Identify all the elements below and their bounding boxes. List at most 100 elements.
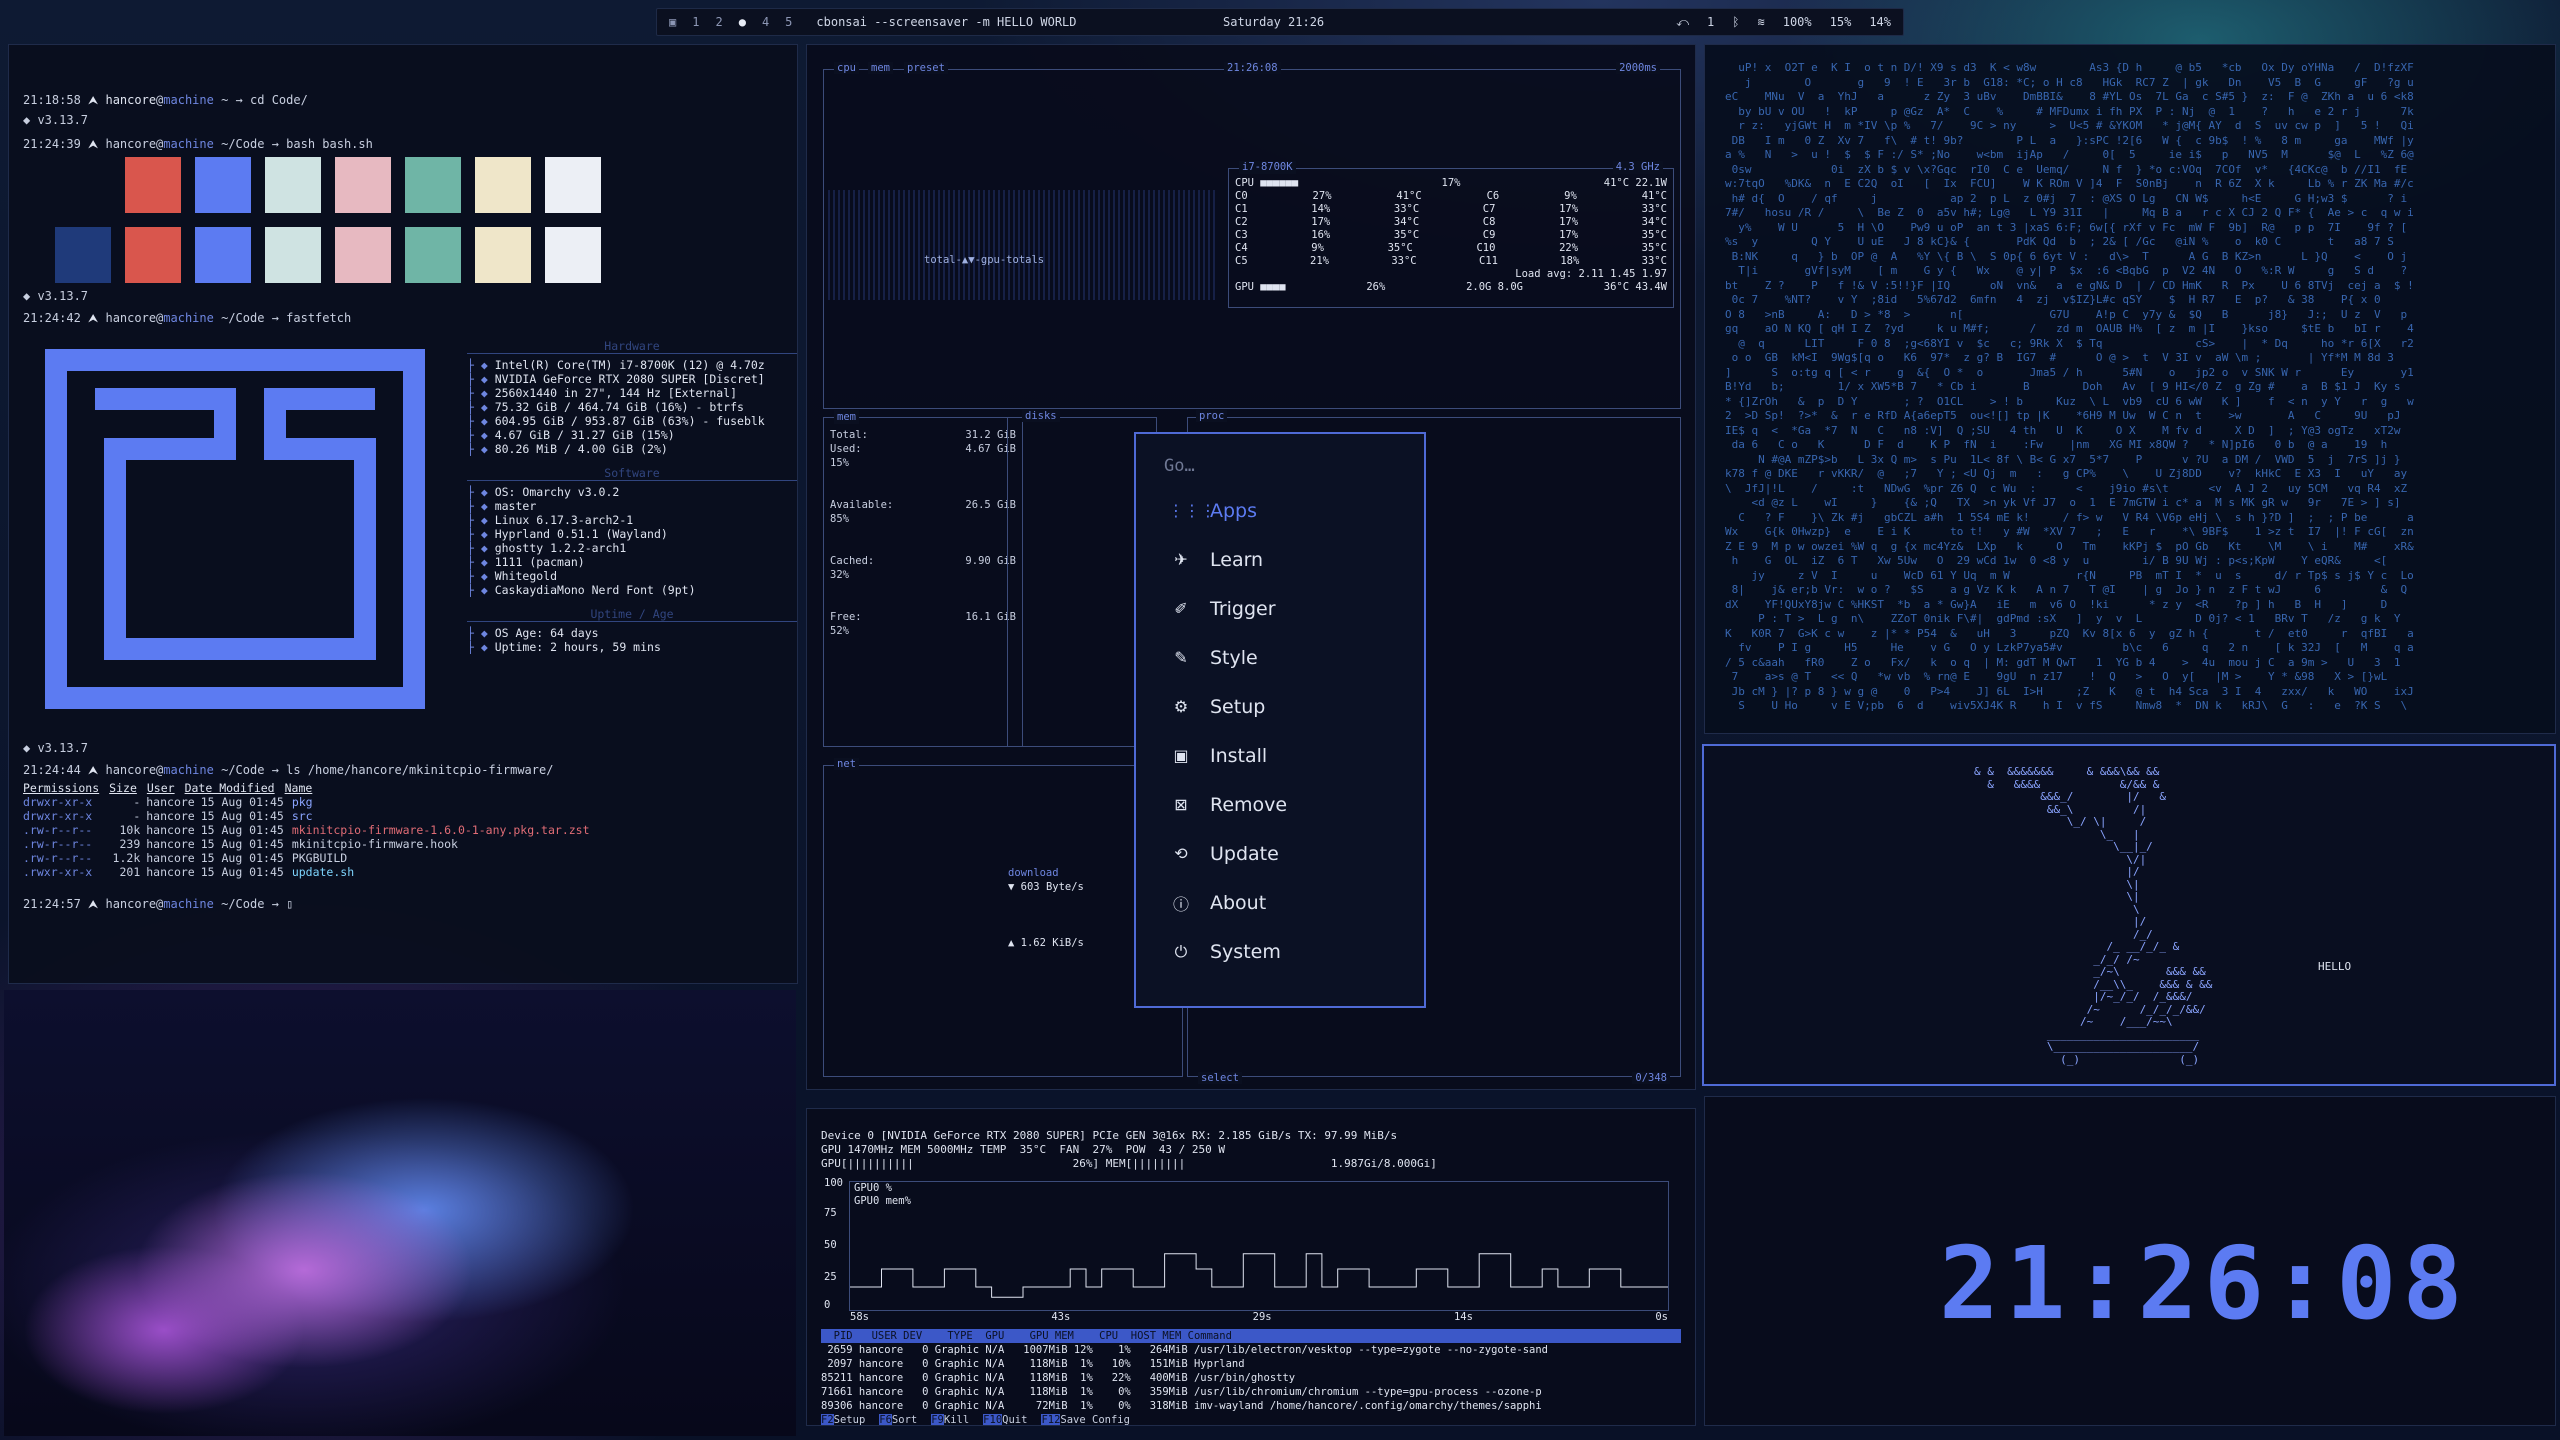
software-line: ├ ◆ master bbox=[467, 499, 537, 513]
fkey-label[interactable]: Setup bbox=[834, 1414, 866, 1425]
update-interval[interactable]: 2000ms bbox=[1616, 62, 1660, 74]
table-row[interactable]: 89306 hancore 0 Graphic N/A 72MiB 1% 0% … bbox=[821, 1399, 1681, 1413]
wifi-icon[interactable]: ≋ bbox=[1757, 15, 1764, 30]
menu-search-input[interactable]: Go… bbox=[1136, 456, 1424, 486]
fkey[interactable]: F12 bbox=[1041, 1414, 1061, 1425]
menu-item-update[interactable]: ⟲ Update bbox=[1136, 829, 1424, 878]
notifications-icon[interactable]: ⤺ bbox=[1676, 15, 1689, 30]
workspace-3-active[interactable]: ● bbox=[739, 15, 746, 29]
fkey[interactable]: F2 bbox=[821, 1414, 834, 1425]
color-swatch bbox=[55, 227, 111, 283]
menu-item-style[interactable]: ✎ Style bbox=[1136, 633, 1424, 682]
menu-item-learn[interactable]: ✈ Learn bbox=[1136, 535, 1424, 584]
clock-window[interactable]: 21:26:08 bbox=[1704, 1096, 2556, 1426]
uptime-header: Uptime / Age bbox=[467, 607, 797, 622]
fkey-label[interactable]: Kill bbox=[944, 1414, 969, 1425]
fkey-label[interactable]: Quit bbox=[1002, 1414, 1027, 1425]
color-palette bbox=[55, 157, 615, 283]
ls-output: Permissions Size User Date Modified Name drw… bbox=[23, 781, 783, 879]
version-line: ◆ v3.13.7 bbox=[23, 741, 89, 755]
ls-column-header: Date Modified bbox=[184, 781, 275, 795]
fkey[interactable]: F9 bbox=[931, 1414, 944, 1425]
software-line: ├ ◆ OS: Omarchy v3.0.2 bbox=[467, 485, 620, 499]
menu-item-system[interactable]: ⏻ System bbox=[1136, 927, 1424, 976]
gpu-util-line: GPU[|||||||||| 26%] MEM[|||||||| 1.987Gi… bbox=[821, 1157, 1437, 1170]
menu-item-label: Remove bbox=[1210, 793, 1288, 816]
gpu-usage-series bbox=[850, 1253, 1668, 1298]
update-icon: ⟲ bbox=[1174, 844, 1188, 863]
cpu-graph-label: total-▲▼-gpu-totals bbox=[924, 254, 1045, 266]
ls-column-header: Size bbox=[109, 781, 137, 795]
hardware-line: ├ ◆ 80.26 MiB / 4.00 GiB (2%) bbox=[467, 442, 668, 456]
cpu-tab[interactable]: cpu bbox=[834, 62, 859, 74]
workspace-5[interactable]: 5 bbox=[785, 15, 792, 29]
cpu-core-row: C4 9% 35°C C10 22% 35°C bbox=[1235, 242, 1667, 254]
cbonsai-window[interactable]: & & &&&&&&& & &&&\&& && & &&&& &/&& & &&… bbox=[1702, 744, 2556, 1086]
prompt-line: 21:24:57 ⮝ hancore@machine ~/Code → ▯ bbox=[23, 897, 294, 911]
big-clock: 21:26:08 bbox=[1939, 1225, 2469, 1342]
ls-row: .rw-r--r-- 10k hancore 15 Aug 01:45 mkinitcp… bbox=[23, 823, 590, 837]
cpu-core-row: C0 27% 41°C C6 9% 41°C bbox=[1235, 190, 1667, 202]
top-status-bar: ▣ 1 2 ● 4 5 cbonsai --screensaver -m HEL… bbox=[656, 8, 1904, 36]
function-keys: F2Setup F6Sort F9Kill F10Quit F12Save Config bbox=[821, 1413, 1681, 1425]
menu-item-label: Apps bbox=[1210, 499, 1258, 522]
terminal-window[interactable]: 21:18:58 ⮝ hancore@machine ~ → cd Code/ … bbox=[8, 44, 798, 984]
fkey[interactable]: F6 bbox=[879, 1414, 892, 1425]
workspace-1[interactable]: 1 bbox=[692, 15, 699, 29]
ls-column-header: Permissions bbox=[23, 781, 100, 795]
mem-box: mem Total: 31.2 GiB Used: 4.67 GiB 15% Ava… bbox=[823, 410, 1023, 747]
mem-label: mem bbox=[834, 410, 859, 424]
fkey-label[interactable]: Sort bbox=[892, 1414, 917, 1425]
menu-item-trigger[interactable]: ✐ Trigger bbox=[1136, 584, 1424, 633]
table-row[interactable]: 71661 hancore 0 Graphic N/A 118MiB 1% 0%… bbox=[821, 1385, 1681, 1399]
bonsai-tree: & & &&&&&&& & &&&\&& && & &&&& &/&& & &&… bbox=[1974, 765, 2213, 1066]
software-line: ├ ◆ Whitegold bbox=[467, 569, 558, 583]
menu-item-install[interactable]: ▣ Install bbox=[1136, 731, 1424, 780]
ls-row: drwxr-xr-x - hancore 15 Aug 01:45 src bbox=[23, 809, 313, 823]
workspace-2[interactable]: 2 bbox=[715, 15, 722, 29]
menu-item-about[interactable]: ⓘ About bbox=[1136, 878, 1424, 927]
proc-select[interactable]: select bbox=[1198, 1072, 1242, 1084]
disks-label: disks bbox=[1022, 410, 1060, 422]
ls-header: Permissions Size User Date Modified Name bbox=[23, 781, 783, 795]
table-row[interactable]: 2097 hancore 0 Graphic N/A 118MiB 1% 10%… bbox=[821, 1357, 1681, 1371]
color-swatch bbox=[475, 157, 531, 213]
matrix-rain: uP! x O2T e K I o t n D/! X9 s d3 K < w8… bbox=[1725, 61, 2414, 712]
trigger-icon: ✐ bbox=[1174, 599, 1188, 618]
color-swatch bbox=[265, 157, 321, 213]
gpu-usage-line bbox=[850, 1253, 1668, 1298]
table-row[interactable]: 85211 hancore 0 Graphic N/A 118MiB 1% 22… bbox=[821, 1371, 1681, 1385]
updates-count[interactable]: 1 bbox=[1707, 15, 1714, 30]
ls-row: .rwxr-xr-x 201 hancore 15 Aug 01:45 update.s… bbox=[23, 865, 355, 879]
preset-tab[interactable]: preset bbox=[904, 62, 948, 74]
net-label: net bbox=[834, 758, 859, 770]
fkey-label[interactable]: Save Config bbox=[1060, 1414, 1130, 1425]
fkey[interactable]: F10 bbox=[983, 1414, 1003, 1425]
prompt-line: 21:24:42 ⮝ hancore@machine ~/Code → fast… bbox=[23, 311, 352, 325]
color-swatch bbox=[405, 157, 461, 213]
software-line: ├ ◆ 1111 (pacman) bbox=[467, 555, 585, 569]
battery-level[interactable]: 14% bbox=[1869, 15, 1891, 30]
cpu-level[interactable]: 15% bbox=[1830, 15, 1852, 30]
software-header: Software bbox=[467, 466, 797, 481]
table-row[interactable]: 2659 hancore 0 Graphic N/A 1007MiB 12% 1… bbox=[821, 1343, 1681, 1357]
workspace-4[interactable]: 4 bbox=[762, 15, 769, 29]
nvtop-window[interactable]: Device 0 [NVIDIA GeForce RTX 2080 SUPER]… bbox=[806, 1108, 1696, 1426]
software-line: ├ ◆ ghostty 1.2.2-arch1 bbox=[467, 541, 627, 555]
volume-level[interactable]: 100% bbox=[1783, 15, 1812, 30]
cpu-graph bbox=[828, 190, 1218, 300]
menu-item-setup[interactable]: ⚙ Setup bbox=[1136, 682, 1424, 731]
layout-icon[interactable]: ▣ bbox=[669, 15, 676, 29]
color-swatch bbox=[335, 157, 391, 213]
bluetooth-icon[interactable]: ᛒ bbox=[1732, 15, 1739, 30]
software-line: ├ ◆ Linux 6.17.3-arch2-1 bbox=[467, 513, 634, 527]
menu-item-apps[interactable]: ⋮⋮⋮ Apps bbox=[1136, 486, 1424, 535]
cmatrix-window[interactable]: uP! x O2T e K I o t n D/! X9 s d3 K < w8… bbox=[1704, 44, 2556, 734]
color-swatch bbox=[545, 157, 601, 213]
menu-item-remove[interactable]: ⊠ Remove bbox=[1136, 780, 1424, 829]
image-viewer-window[interactable] bbox=[4, 990, 796, 1436]
color-swatch bbox=[475, 227, 531, 283]
omarchy-menu[interactable]: Go… ⋮⋮⋮ Apps ✈ Learn ✐ Trigger ✎ Style ⚙ Setup ▣ In… bbox=[1134, 432, 1426, 1008]
mem-tab[interactable]: mem bbox=[868, 62, 893, 74]
bar-clock[interactable]: Saturday 21:26 bbox=[1223, 15, 1324, 29]
